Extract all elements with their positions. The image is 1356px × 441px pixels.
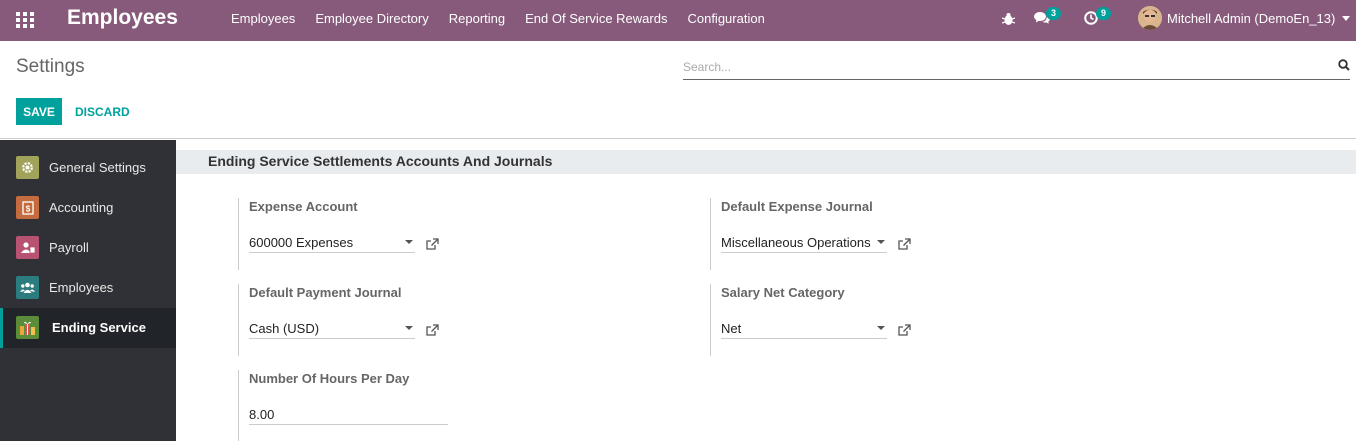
field-value: Cash (USD)	[249, 321, 320, 336]
sidebar-item-ending-service[interactable]: Ending Service	[0, 308, 176, 348]
field-value: 8.00	[249, 407, 275, 422]
sidebar-item-payroll[interactable]: Payroll	[0, 228, 176, 268]
sidebar-item-employees[interactable]: Employees	[0, 268, 176, 308]
dropdown-caret-icon[interactable]	[405, 326, 413, 330]
menu-item-end-of-service-rewards[interactable]: End Of Service Rewards	[515, 0, 677, 41]
messages-chat-icon[interactable]: 3	[1034, 7, 1062, 28]
people-icon	[16, 276, 39, 299]
debug-bug-icon[interactable]	[1001, 12, 1016, 29]
user-menu-caret-icon[interactable]	[1342, 16, 1350, 21]
invoice-icon: $	[16, 196, 39, 219]
menu-item-configuration[interactable]: Configuration	[677, 0, 774, 41]
hours-per-day-input[interactable]: 8.00	[249, 405, 448, 425]
setting-expense-account: Expense Account 600000 Expenses	[238, 198, 678, 270]
messages-count-badge: 3	[1046, 7, 1062, 20]
svg-text:$: $	[25, 204, 30, 213]
sidebar-item-label: Accounting	[49, 200, 114, 215]
menu-item-employee-directory[interactable]: Employee Directory	[305, 0, 438, 41]
user-menu-name[interactable]: Mitchell Admin (DemoEn_13)	[1167, 11, 1335, 26]
external-link-icon[interactable]	[898, 238, 911, 253]
gift-icon	[16, 316, 39, 339]
setting-default-expense-journal: Default Expense Journal Miscellaneous Op…	[710, 198, 1150, 270]
payroll-icon	[16, 236, 39, 259]
menu-item-reporting[interactable]: Reporting	[439, 0, 515, 41]
top-navbar: Employees Employees Employee Directory R…	[0, 0, 1356, 41]
user-avatar[interactable]	[1138, 6, 1162, 30]
settings-sidebar: General Settings $ Accounting Payroll Em…	[0, 140, 176, 441]
external-link-icon[interactable]	[426, 324, 439, 339]
dropdown-caret-icon[interactable]	[877, 326, 885, 330]
gear-icon	[16, 156, 39, 179]
sidebar-item-accounting[interactable]: $ Accounting	[0, 188, 176, 228]
menu-item-employees[interactable]: Employees	[221, 0, 305, 41]
expense-account-select[interactable]: 600000 Expenses	[249, 233, 415, 253]
apps-menu-icon[interactable]	[16, 12, 34, 28]
field-value: 600000 Expenses	[249, 235, 354, 250]
search-bar	[683, 55, 1350, 80]
breadcrumb: Settings	[16, 56, 85, 77]
app-brand[interactable]: Employees	[67, 6, 178, 30]
search-icon[interactable]	[1338, 59, 1350, 74]
external-link-icon[interactable]	[426, 238, 439, 253]
section-title: Ending Service Settlements Accounts And …	[208, 153, 553, 169]
setting-label: Default Expense Journal	[721, 199, 873, 214]
section-header: Ending Service Settlements Accounts And …	[176, 150, 1356, 174]
default-expense-journal-select[interactable]: Miscellaneous Operations	[721, 233, 887, 253]
discard-button[interactable]: DISCARD	[68, 98, 137, 125]
setting-label: Number Of Hours Per Day	[249, 371, 410, 386]
setting-label: Expense Account	[249, 199, 358, 214]
sidebar-item-label: Payroll	[49, 240, 89, 255]
sidebar-item-label: Ending Service	[52, 320, 146, 335]
field-value: Net	[721, 321, 742, 336]
default-payment-journal-select[interactable]: Cash (USD)	[249, 319, 415, 339]
control-panel: Settings SAVE DISCARD	[0, 41, 1356, 139]
setting-label: Salary Net Category	[721, 285, 845, 300]
search-input[interactable]	[683, 57, 1323, 77]
main-menu: Employees Employee Directory Reporting E…	[221, 0, 775, 41]
salary-net-category-select[interactable]: Net	[721, 319, 887, 339]
setting-label: Default Payment Journal	[249, 285, 402, 300]
setting-hours-per-day: Number Of Hours Per Day 8.00	[238, 370, 678, 441]
save-button[interactable]: SAVE	[16, 98, 62, 125]
field-value: Miscellaneous Operations	[721, 235, 871, 250]
sidebar-item-general-settings[interactable]: General Settings	[0, 148, 176, 188]
sidebar-item-label: General Settings	[49, 160, 146, 175]
settings-content: Ending Service Settlements Accounts And …	[176, 140, 1356, 441]
sidebar-item-label: Employees	[49, 280, 114, 295]
activities-clock-icon[interactable]: 9	[1084, 7, 1112, 28]
setting-default-payment-journal: Default Payment Journal Cash (USD)	[238, 284, 678, 356]
dropdown-caret-icon[interactable]	[877, 240, 885, 244]
dropdown-caret-icon[interactable]	[405, 240, 413, 244]
external-link-icon[interactable]	[898, 324, 911, 339]
setting-salary-net-category: Salary Net Category Net	[710, 284, 1150, 356]
activities-count-badge: 9	[1096, 7, 1112, 20]
